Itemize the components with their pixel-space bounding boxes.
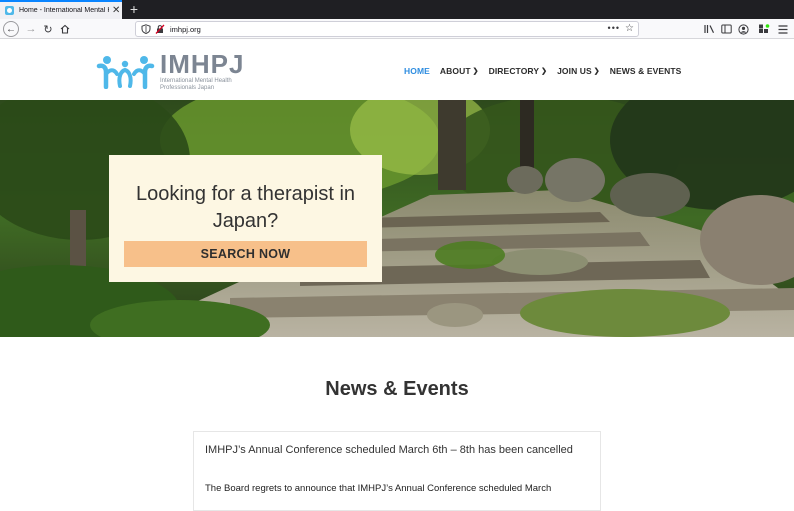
- logo-subtitle: International Mental Health Professional…: [160, 77, 232, 91]
- nav-news-events[interactable]: NEWS & EVENTS: [610, 66, 682, 76]
- forward-icon[interactable]: →: [23, 21, 39, 37]
- logo-name: IMHPJ: [160, 48, 245, 79]
- site-logo[interactable]: IMHPJ International Mental Health Profes…: [96, 51, 250, 91]
- search-now-button[interactable]: SEARCH NOW: [124, 241, 367, 267]
- logo-figures-icon: [96, 56, 155, 89]
- extensions-icon[interactable]: [757, 22, 771, 36]
- library-icon[interactable]: [702, 22, 716, 36]
- tab-title: Home - International Mental He: [19, 7, 109, 14]
- new-tab-button[interactable]: +: [127, 1, 141, 17]
- chevron-down-icon: ❯: [593, 68, 600, 75]
- nav-home[interactable]: HOME: [404, 66, 430, 76]
- chevron-down-icon: ❯: [472, 68, 479, 75]
- chevron-down-icon: ❯: [541, 68, 548, 75]
- sidebar-icon[interactable]: [719, 22, 733, 36]
- home-icon[interactable]: [57, 21, 73, 37]
- main-navigation: HOME ABOUT ❯ DIRECTORY ❯ JOIN US ❯ NEWS & E…: [404, 66, 681, 76]
- news-events-heading: News & Events: [325, 378, 469, 400]
- site-favicon-icon: [5, 6, 14, 15]
- page-actions-icon[interactable]: •••: [608, 23, 620, 33]
- address-bar[interactable]: imhpj.org ••• ☆: [135, 21, 639, 37]
- news-item-excerpt: The Board regrets to announce that IMHPJ…: [205, 483, 552, 494]
- hero-banner: Looking for a therapist in Japan? SEARCH…: [0, 100, 794, 337]
- hero-card: Looking for a therapist in Japan? SEARCH…: [109, 155, 382, 282]
- account-icon[interactable]: [736, 22, 750, 36]
- nav-about[interactable]: ABOUT ❯: [440, 66, 479, 76]
- shield-icon[interactable]: [141, 24, 151, 34]
- hero-title: Looking for a therapist in Japan?: [135, 183, 356, 232]
- news-item-title[interactable]: IMHPJ’s Annual Conference scheduled Marc…: [205, 443, 585, 458]
- bookmark-star-icon[interactable]: ☆: [625, 23, 634, 34]
- url-text[interactable]: imhpj.org: [170, 25, 201, 34]
- menu-icon[interactable]: [776, 22, 790, 36]
- nav-join-us[interactable]: JOIN US ❯: [557, 66, 600, 76]
- reload-icon[interactable]: ↻: [40, 21, 56, 37]
- insecure-lock-icon[interactable]: [155, 24, 165, 34]
- browser-tab-bar: Home - International Mental He ✕ +: [0, 0, 794, 19]
- nav-directory[interactable]: DIRECTORY ❯: [489, 66, 547, 76]
- news-card: IMHPJ’s Annual Conference scheduled Marc…: [193, 431, 601, 511]
- tab-close-icon[interactable]: ✕: [112, 5, 120, 16]
- browser-tab-active[interactable]: Home - International Mental He ✕: [0, 0, 122, 19]
- back-icon[interactable]: ←: [3, 21, 19, 37]
- browser-toolbar: ← → ↻ imhpj.org ••• ☆: [0, 19, 794, 39]
- site-header: IMHPJ International Mental Health Profes…: [0, 40, 794, 100]
